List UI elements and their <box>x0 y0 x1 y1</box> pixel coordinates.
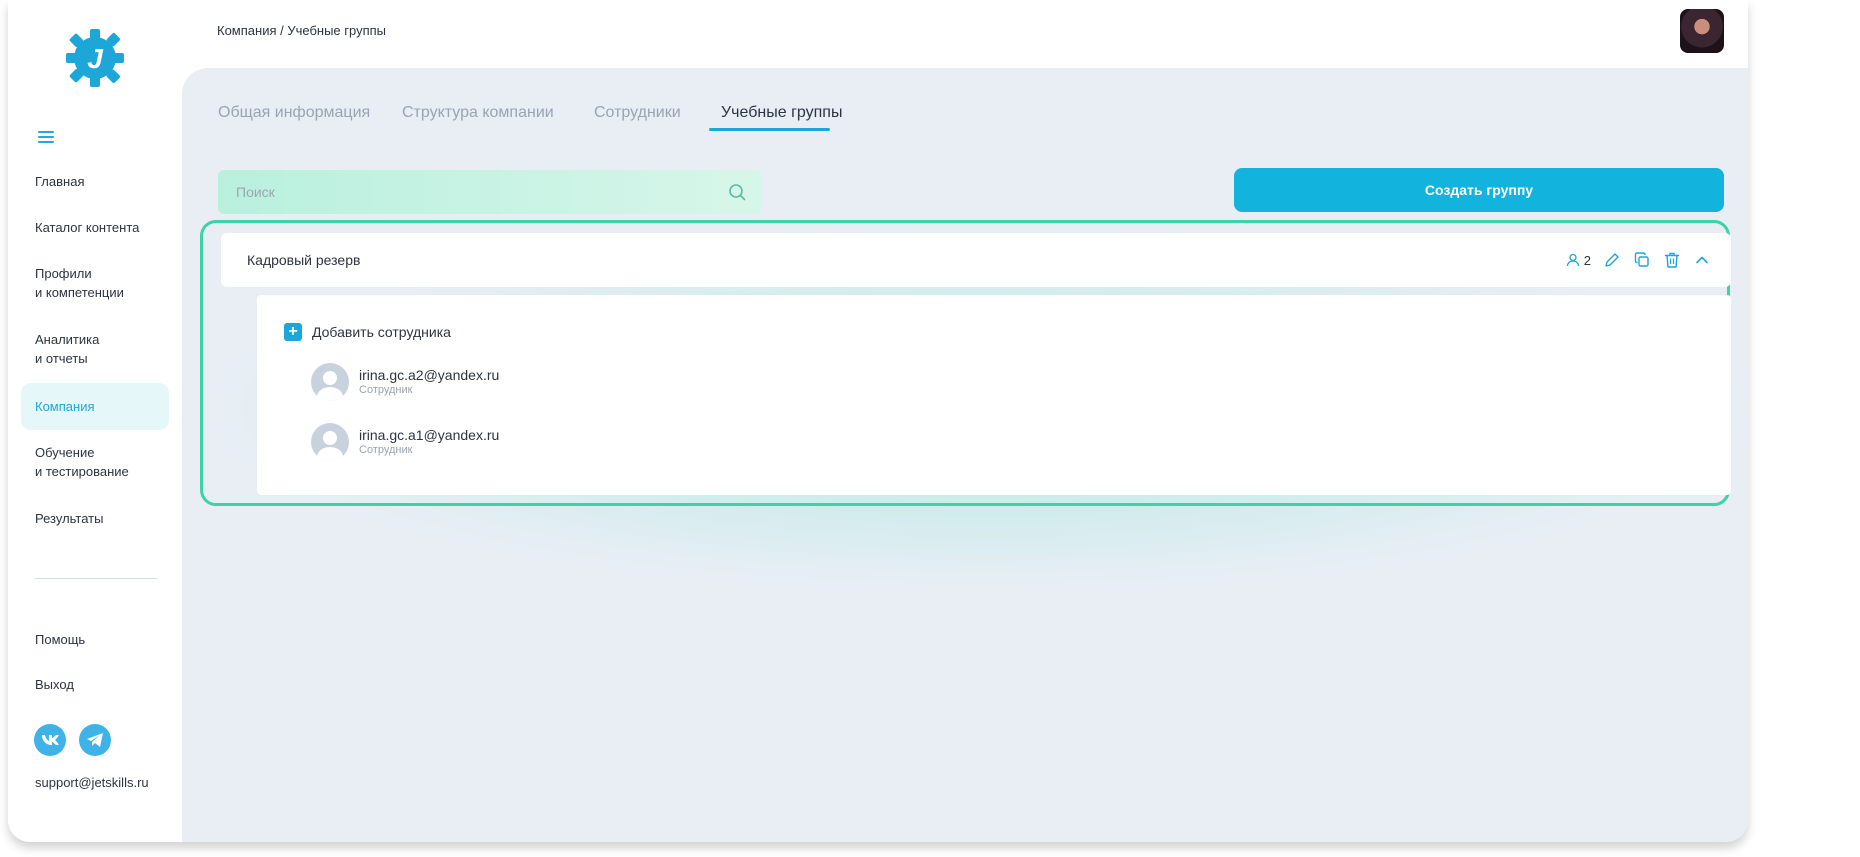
support-email[interactable]: support@jetskills.ru <box>35 775 149 790</box>
sidebar-item-logout[interactable]: Выход <box>21 675 169 694</box>
group-members-panel: + Добавить сотрудника irina.gc.a2@yandex… <box>257 295 1731 495</box>
create-group-button[interactable]: Создать группу <box>1234 168 1724 212</box>
search-box <box>218 170 762 214</box>
user-avatar[interactable] <box>1680 9 1724 53</box>
add-member-button[interactable]: + Добавить сотрудника <box>284 323 451 341</box>
active-tab-indicator <box>709 128 830 131</box>
hamburger-menu-icon[interactable] <box>38 131 54 145</box>
breadcrumb: Компания / Учебные группы <box>217 23 386 38</box>
plus-icon: + <box>284 323 302 341</box>
sidebar-item-company[interactable]: Компания <box>21 383 169 430</box>
logo-letter: J <box>87 43 104 74</box>
add-member-label: Добавить сотрудника <box>312 324 451 340</box>
group-title: Кадровый резерв <box>247 252 361 268</box>
sidebar-item-home[interactable]: Главная <box>21 172 169 191</box>
tab-company-structure[interactable]: Структура компании <box>402 104 554 122</box>
member-role: Сотрудник <box>359 444 413 456</box>
search-input[interactable] <box>234 183 728 201</box>
default-avatar-icon <box>311 363 349 401</box>
sidebar-divider <box>35 578 157 579</box>
sidebar-item-content-catalog[interactable]: Каталог контента <box>21 218 169 237</box>
tab-general-info[interactable]: Общая информация <box>218 104 370 122</box>
sidebar-item-results[interactable]: Результаты <box>21 509 169 528</box>
group-card: Кадровый резерв 2 + Добавить сотрудника … <box>200 220 1731 506</box>
trash-icon[interactable] <box>1663 251 1681 269</box>
sidebar: J Главная Каталог контента Профили и ком… <box>8 0 182 842</box>
copy-icon[interactable] <box>1633 251 1651 269</box>
app-window: J Главная Каталог контента Профили и ком… <box>8 0 1748 842</box>
telegram-icon[interactable] <box>79 724 111 756</box>
sidebar-item-help[interactable]: Помощь <box>21 630 169 649</box>
list-item[interactable]: irina.gc.a2@yandex.ru Сотрудник <box>311 363 499 401</box>
sidebar-item-profiles[interactable]: Профили и компетенции <box>21 264 169 302</box>
member-role: Сотрудник <box>359 384 413 396</box>
group-actions: 2 <box>1566 251 1731 269</box>
member-email: irina.gc.a1@yandex.ru <box>359 427 500 443</box>
user-icon <box>1566 253 1579 267</box>
default-avatar-icon <box>311 423 349 461</box>
logo-gear-icon[interactable]: J <box>65 27 125 89</box>
member-count-value: 2 <box>1583 252 1591 268</box>
chevron-up-icon[interactable] <box>1693 251 1711 269</box>
member-count: 2 <box>1566 253 1591 268</box>
sidebar-item-analytics[interactable]: Аналитика и отчеты <box>21 330 169 368</box>
main-content: Общая информация Структура компании Сотр… <box>182 68 1748 842</box>
search-icon[interactable] <box>728 183 746 201</box>
tab-study-groups[interactable]: Учебные группы <box>721 104 842 122</box>
vk-icon[interactable] <box>34 724 66 756</box>
sidebar-item-training[interactable]: Обучение и тестирование <box>21 443 169 481</box>
edit-icon[interactable] <box>1603 251 1621 269</box>
group-header[interactable]: Кадровый резерв 2 <box>221 233 1731 287</box>
tab-employees[interactable]: Сотрудники <box>594 104 681 122</box>
list-item[interactable]: irina.gc.a1@yandex.ru Сотрудник <box>311 423 499 461</box>
member-email: irina.gc.a2@yandex.ru <box>359 367 500 383</box>
